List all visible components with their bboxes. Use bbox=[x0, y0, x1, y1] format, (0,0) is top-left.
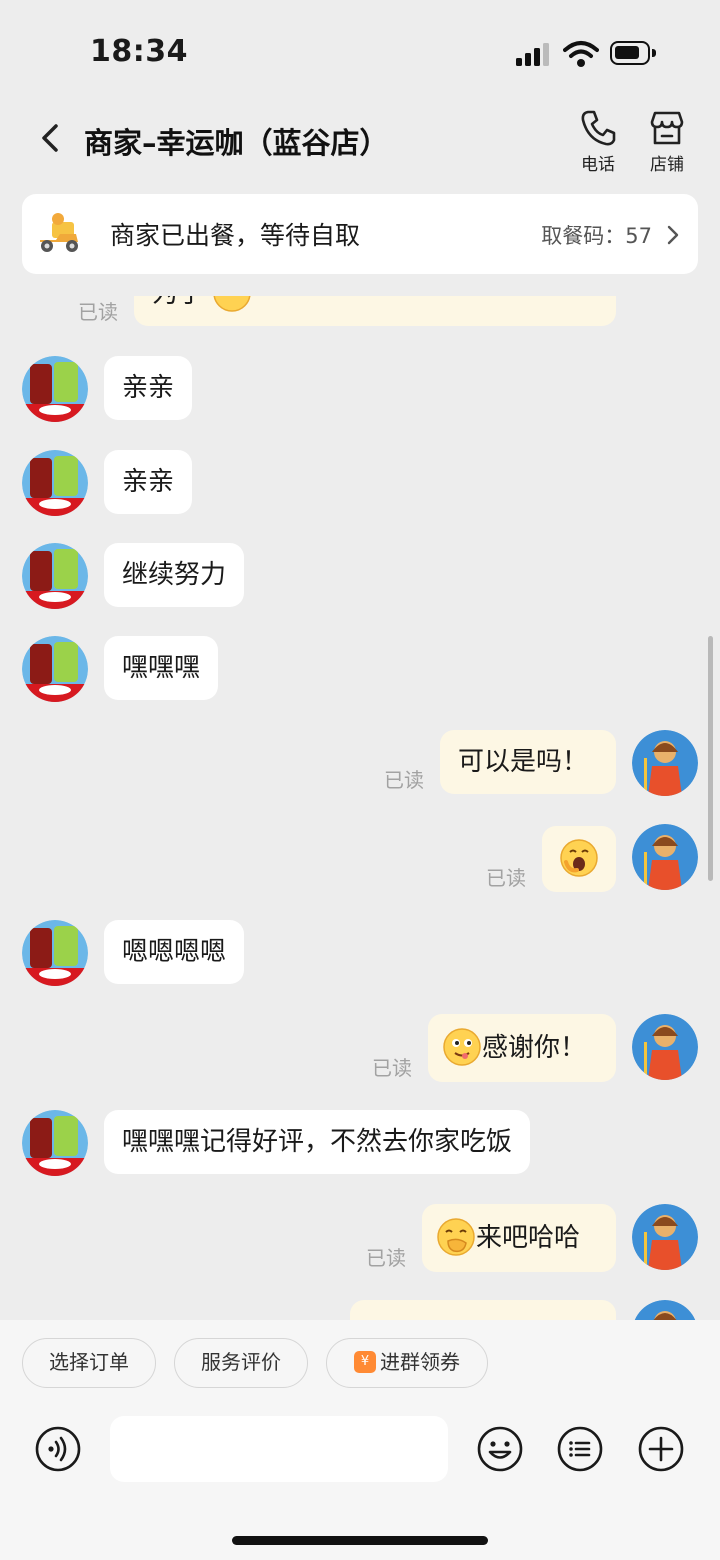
message-text: 亲亲 bbox=[122, 373, 175, 403]
order-status-card[interactable]: 商家已出餐，等待自取 取餐码：57 bbox=[22, 194, 698, 274]
message-bubble-incoming[interactable]: 继续努力 bbox=[104, 543, 245, 607]
read-receipt: 已读 bbox=[366, 1246, 406, 1270]
merchant-avatar[interactable] bbox=[22, 920, 88, 986]
user-avatar[interactable] bbox=[632, 1204, 698, 1270]
read-receipt: 已读 bbox=[372, 1056, 412, 1080]
read-receipt: 已读 bbox=[78, 300, 118, 324]
smiling-face-emoji bbox=[213, 296, 251, 312]
message-bubble-outgoing[interactable]: 感谢你！ bbox=[428, 1014, 616, 1082]
coupon-icon: ¥ bbox=[354, 1350, 376, 1373]
phone-button[interactable]: 电话 bbox=[568, 108, 628, 178]
emoji-picker-icon[interactable] bbox=[476, 1425, 524, 1473]
back-arrow-icon[interactable] bbox=[36, 120, 66, 156]
select-order-chip[interactable]: 选择订单 bbox=[22, 1338, 156, 1388]
yawning-face-emoji bbox=[560, 838, 598, 877]
merchant-avatar[interactable] bbox=[22, 1110, 88, 1176]
message-text: 感谢你！ bbox=[482, 1033, 587, 1063]
add-more-icon[interactable] bbox=[637, 1425, 685, 1473]
service-rating-chip[interactable]: 服务评价 bbox=[174, 1338, 308, 1388]
message-text: 可以是吗！ bbox=[458, 747, 589, 777]
message-text: 来吧哈哈 bbox=[476, 1223, 581, 1253]
message-bubble-outgoing[interactable] bbox=[542, 826, 616, 892]
message-bubble-incoming[interactable]: 嘿嘿嘿 bbox=[104, 636, 219, 700]
pickup-code: 取餐码：57 bbox=[541, 224, 652, 248]
chat-header: 商家–幸运咖（蓝谷店） 电话 店铺 bbox=[0, 100, 720, 188]
phone-icon bbox=[581, 110, 616, 146]
status-bar: 18:34 bbox=[0, 0, 720, 100]
message-bubble-incoming[interactable]: 嗯嗯嗯嗯 bbox=[104, 920, 245, 984]
message-input[interactable] bbox=[110, 1416, 448, 1482]
chevron-right-icon bbox=[667, 225, 679, 245]
bottom-panel: 选择订单 服务评价 ¥ 进群领券 bbox=[0, 1320, 720, 1560]
message-bubble-incoming[interactable]: 亲亲 bbox=[104, 356, 193, 420]
message-bubble-outgoing[interactable] bbox=[350, 1300, 616, 1320]
wifi-icon bbox=[563, 41, 599, 67]
service-rating-label: 服务评价 bbox=[201, 1350, 281, 1374]
merchant-avatar[interactable] bbox=[22, 636, 88, 702]
join-group-coupon-chip[interactable]: ¥ 进群领券 bbox=[326, 1338, 488, 1388]
order-status-text: 商家已出餐，等待自取 bbox=[110, 221, 361, 250]
status-time: 18:34 bbox=[90, 34, 188, 69]
chat-scrollbar[interactable] bbox=[708, 636, 713, 881]
message-bubble-outgoing[interactable]: 可以是吗！ bbox=[440, 730, 616, 794]
message-bubble-outgoing[interactable]: 来吧哈哈 bbox=[422, 1204, 616, 1272]
phone-label: 电话 bbox=[581, 155, 615, 175]
select-order-label: 选择订单 bbox=[49, 1350, 129, 1374]
cellular-signal-icon bbox=[516, 42, 552, 66]
home-indicator[interactable] bbox=[232, 1536, 488, 1545]
merchant-avatar[interactable] bbox=[22, 543, 88, 609]
message-text: 为了 bbox=[152, 296, 204, 309]
message-text: 嘿嘿嘿 bbox=[122, 653, 201, 683]
message-bubble-incoming[interactable]: 亲亲 bbox=[104, 450, 193, 514]
merchant-avatar[interactable] bbox=[22, 356, 88, 422]
join-group-label: 进群领券 bbox=[380, 1350, 460, 1374]
battery-icon bbox=[610, 41, 656, 65]
input-row bbox=[0, 1416, 720, 1486]
voice-input-icon[interactable] bbox=[34, 1425, 82, 1473]
chat-title: 商家–幸运咖（蓝谷店） bbox=[84, 126, 389, 160]
drooling-face-emoji bbox=[443, 1027, 481, 1066]
user-avatar[interactable] bbox=[632, 730, 698, 796]
store-label: 店铺 bbox=[650, 155, 684, 175]
message-bubble-incoming[interactable]: 嘿嘿嘿记得好评，不然去你家吃饭 bbox=[104, 1110, 531, 1174]
message-text: 嗯嗯嗯嗯 bbox=[122, 937, 227, 967]
hand-over-mouth-emoji bbox=[437, 1217, 475, 1256]
message-text: 继续努力 bbox=[122, 560, 227, 590]
message-bubble-outgoing[interactable]: 为了 bbox=[134, 296, 616, 326]
message-text: 亲亲 bbox=[122, 467, 175, 497]
merchant-avatar[interactable] bbox=[22, 450, 88, 516]
read-receipt: 已读 bbox=[384, 768, 424, 792]
store-button[interactable]: 店铺 bbox=[637, 108, 697, 178]
user-avatar[interactable] bbox=[632, 1300, 698, 1320]
store-icon bbox=[650, 111, 684, 145]
read-receipt: 已读 bbox=[486, 866, 526, 890]
user-avatar[interactable] bbox=[632, 824, 698, 890]
menu-list-icon[interactable] bbox=[556, 1425, 604, 1473]
message-text: 嘿嘿嘿记得好评，不然去你家吃饭 bbox=[122, 1127, 513, 1157]
chat-message-list[interactable]: 已读 为了 亲亲 亲亲 继续努力 bbox=[0, 296, 720, 1320]
delivery-scooter-icon bbox=[40, 213, 78, 252]
user-avatar[interactable] bbox=[632, 1014, 698, 1080]
